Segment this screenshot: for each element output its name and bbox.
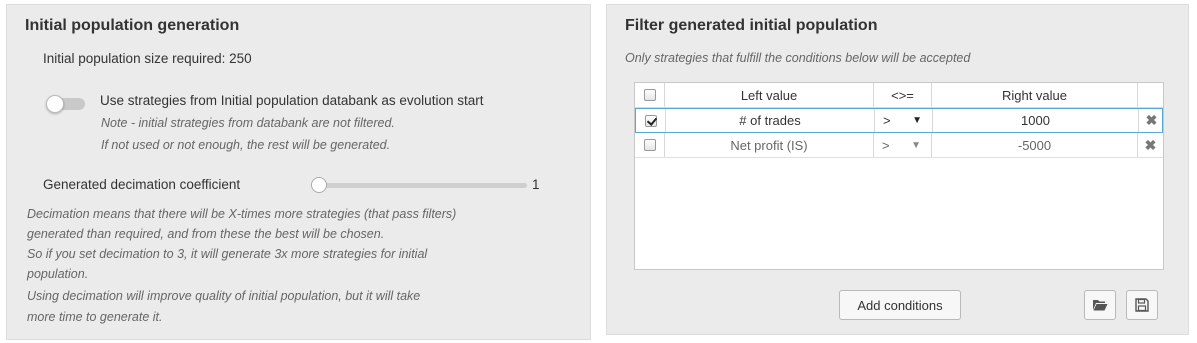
open-conditions-button[interactable] — [1084, 290, 1116, 320]
select-all-checkbox[interactable] — [643, 89, 656, 101]
left-value-cell[interactable]: # of trades — [666, 109, 875, 132]
caret-down-icon: ▼ — [912, 115, 922, 126]
table-row[interactable]: Net profit (IS) > ▼ -5000 ✖ — [635, 133, 1163, 158]
folder-open-icon — [1093, 300, 1108, 311]
decimation-desc-line: more time to generate it. — [27, 310, 163, 324]
delete-icon: ✖ — [1145, 112, 1158, 128]
panel-title: Filter generated initial population — [625, 17, 878, 34]
table-row[interactable]: # of trades > ▼ 1000 ✖ — [635, 108, 1163, 133]
panel-title: Initial population generation — [25, 17, 240, 34]
table-header-row: Left value <>= Right value — [635, 83, 1163, 108]
delete-icon: ✖ — [1144, 136, 1157, 153]
row-select-cell — [635, 133, 665, 157]
header-select-cell — [635, 83, 665, 107]
operator-select[interactable]: > ▼ — [875, 109, 933, 132]
header-right-value: Right value — [932, 83, 1138, 107]
row-checkbox[interactable] — [643, 139, 656, 151]
population-size-label: Initial population size required: 250 — [43, 51, 252, 66]
toggle-note-2: If not used or not enough, the rest will… — [101, 138, 391, 152]
decimation-desc-line: Decimation means that there will be X-ti… — [27, 207, 457, 221]
delete-row-button[interactable]: ✖ — [1138, 133, 1163, 157]
operator-select[interactable]: > ▼ — [874, 133, 932, 157]
row-checkbox[interactable] — [644, 114, 657, 127]
initial-population-panel: Initial population generation Initial po… — [6, 4, 591, 340]
header-left-value: Left value — [665, 83, 874, 107]
filter-population-panel: Filter generated initial population Only… — [606, 4, 1189, 335]
operator-value: > — [883, 113, 891, 128]
caret-down-icon: ▼ — [911, 139, 921, 151]
save-icon — [1135, 298, 1149, 312]
right-value-cell[interactable]: 1000 — [933, 109, 1139, 132]
decimation-label: Generated decimation coefficient — [43, 177, 241, 192]
left-value-cell[interactable]: Net profit (IS) — [665, 133, 874, 157]
decimation-desc-line: population. — [27, 267, 89, 281]
row-select-cell — [636, 109, 666, 132]
save-conditions-button[interactable] — [1126, 290, 1158, 320]
decimation-slider-handle[interactable] — [311, 177, 327, 193]
toggle-knob — [46, 95, 64, 113]
add-conditions-button[interactable]: Add conditions — [839, 290, 961, 320]
delete-row-button[interactable]: ✖ — [1139, 109, 1164, 132]
header-operator: <>= — [874, 83, 932, 107]
decimation-desc-line: generated than required, and from these … — [27, 227, 385, 241]
decimation-value: 1 — [532, 177, 540, 192]
decimation-desc-line: Using decimation will improve quality of… — [27, 289, 421, 303]
databank-toggle[interactable] — [46, 95, 85, 113]
decimation-desc-line: So if you set decimation to 3, it will g… — [27, 247, 428, 261]
decimation-slider-track[interactable] — [319, 183, 527, 188]
header-delete-cell — [1138, 83, 1163, 107]
databank-toggle-label: Use strategies from Initial population d… — [100, 93, 484, 108]
toggle-note-1: Note - initial strategies from databank … — [101, 116, 395, 130]
conditions-table: Left value <>= Right value # of trades >… — [634, 82, 1164, 270]
filter-subtitle: Only strategies that fulfill the conditi… — [625, 51, 971, 65]
operator-value: > — [882, 137, 890, 153]
right-value-cell[interactable]: -5000 — [932, 133, 1138, 157]
